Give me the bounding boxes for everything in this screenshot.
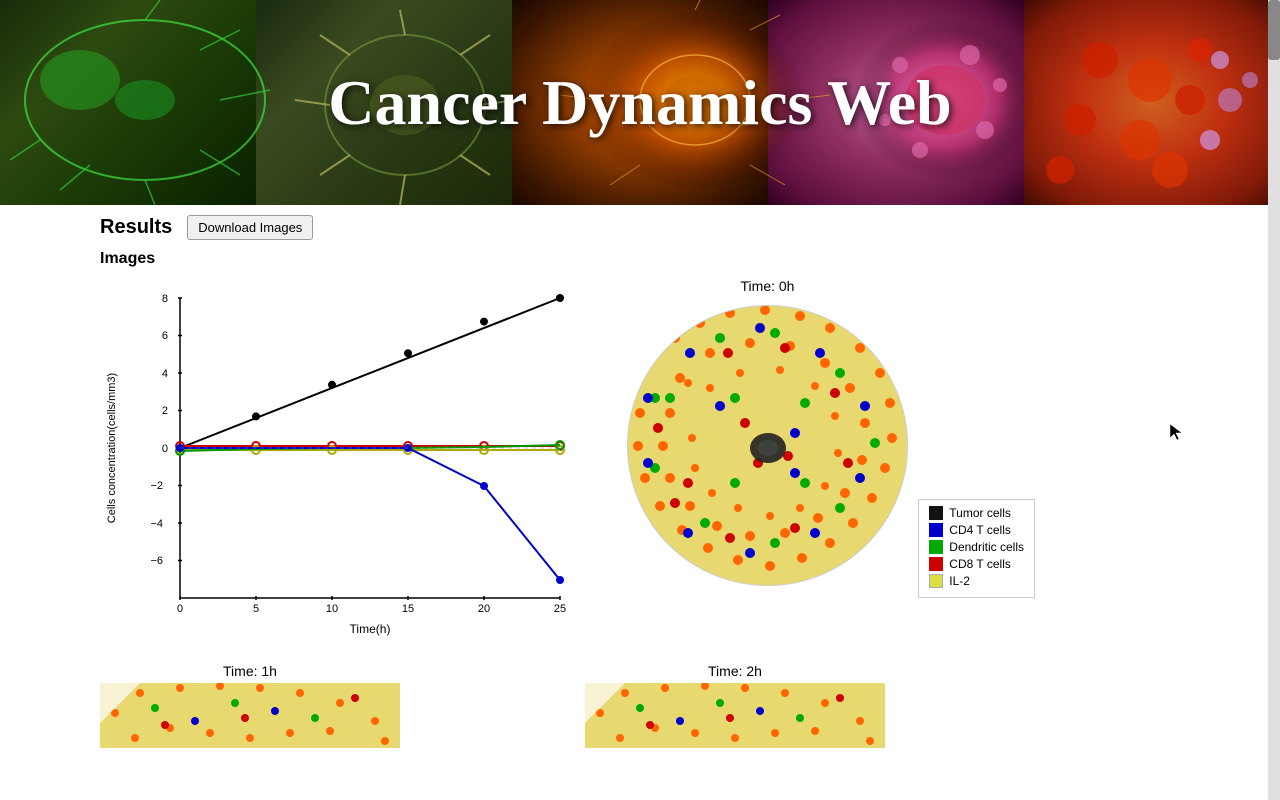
results-label: Results [100, 216, 172, 239]
line-chart: 0 −2 −4 −6 2 4 6 8 0 5 [100, 278, 600, 648]
time-label-1h: Time: 1h [223, 663, 277, 679]
charts-row: 0 −2 −4 −6 2 4 6 8 0 5 [100, 278, 1260, 648]
scatter-section-2h: Time: 2h [585, 663, 885, 748]
svg-text:15: 15 [402, 603, 414, 615]
time-label-0h: Time: 0h [741, 278, 795, 294]
svg-text:Time(h): Time(h) [350, 622, 391, 636]
svg-text:10: 10 [326, 603, 338, 615]
download-images-button[interactable]: Download Images [187, 215, 313, 240]
header: Cancer Dynamics Web [0, 0, 1280, 205]
scrollbar[interactable] [1268, 0, 1280, 800]
svg-text:−6: −6 [150, 555, 163, 567]
header-title: Cancer Dynamics Web [328, 66, 951, 140]
legend-item-tumor: Tumor cells [929, 506, 1024, 520]
legend-box: Tumor cells CD4 T cells Dendritic cells … [918, 499, 1035, 598]
svg-text:Cells concentration(cells/mm3): Cells concentration(cells/mm3) [106, 373, 118, 523]
legend-item-il2: IL-2 [929, 574, 1024, 588]
svg-text:4: 4 [162, 368, 168, 380]
legend-label-dendritic: Dendritic cells [949, 540, 1024, 554]
legend-label-il2: IL-2 [949, 574, 970, 588]
svg-text:20: 20 [478, 603, 490, 615]
svg-text:25: 25 [554, 603, 566, 615]
svg-text:0: 0 [177, 603, 183, 615]
svg-text:0: 0 [162, 443, 168, 455]
svg-text:−2: −2 [150, 480, 163, 492]
header-panel-5 [1024, 0, 1280, 205]
scrollbar-thumb[interactable] [1268, 0, 1280, 60]
svg-text:−4: −4 [150, 518, 163, 530]
scatter-section-1h: Time: 1h [100, 663, 400, 748]
legend-item-cd8: CD8 T cells [929, 557, 1024, 571]
header-panel-1 [0, 0, 256, 205]
svg-text:5: 5 [253, 603, 259, 615]
legend-item-cd4: CD4 T cells [929, 523, 1024, 537]
svg-text:8: 8 [162, 293, 168, 305]
legend-label-cd4: CD4 T cells [949, 523, 1011, 537]
content-area: Results Download Images Images 0 −2 [0, 205, 1280, 800]
legend-label-tumor: Tumor cells [949, 506, 1011, 520]
legend-item-dendritic: Dendritic cells [929, 540, 1024, 554]
scatter-section-0h: Time: 0h [620, 278, 915, 593]
results-row: Results Download Images [100, 215, 1260, 240]
svg-text:2: 2 [162, 405, 168, 417]
legend-label-cd8: CD8 T cells [949, 557, 1011, 571]
time-label-2h: Time: 2h [708, 663, 762, 679]
svg-text:6: 6 [162, 330, 168, 342]
images-label: Images [100, 250, 1260, 268]
bottom-charts-row: Time: 1h [100, 663, 1260, 748]
